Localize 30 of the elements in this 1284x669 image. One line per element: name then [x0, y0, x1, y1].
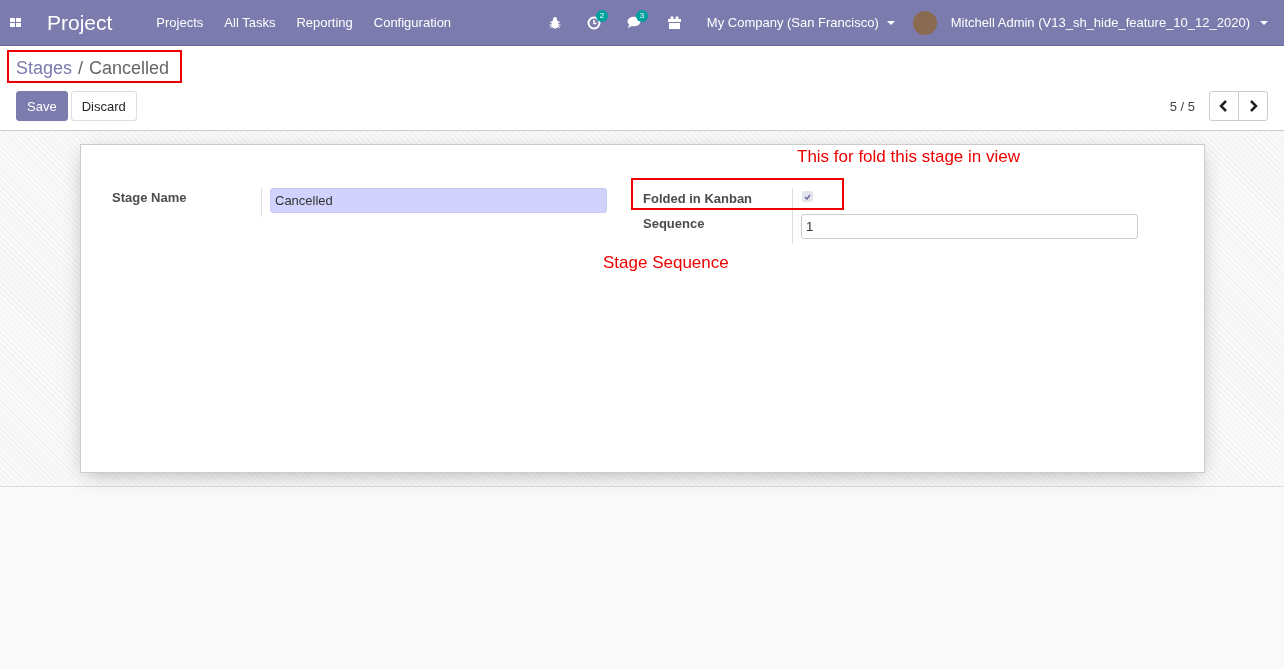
breadcrumb-separator: / — [78, 57, 84, 79]
breadcrumb-current: Cancelled — [89, 57, 170, 79]
menu-item[interactable]: Configuration — [373, 15, 452, 30]
annotation-text: Stage Sequence — [603, 253, 729, 273]
breadcrumb-link[interactable]: Stages — [16, 57, 73, 79]
clock-icon[interactable] — [586, 15, 601, 30]
field-label: Sequence — [643, 215, 706, 233]
menu-item[interactable]: All Tasks — [224, 15, 276, 30]
message-count: 3 — [635, 10, 649, 22]
menu-item[interactable]: Projects — [156, 15, 204, 30]
gift-icon[interactable] — [667, 16, 681, 29]
user-menu[interactable]: Mitchell Admin (V13_sh_hide_feature_10_12_2020) — [950, 15, 1268, 30]
bug-icon[interactable] — [548, 16, 561, 29]
discard-button[interactable]: Discard — [70, 91, 137, 121]
previous-icon[interactable] — [1219, 100, 1229, 112]
annotation-text: This for fold this stage in view — [797, 147, 1020, 167]
sequence-field[interactable]: 1 — [801, 214, 1138, 239]
field-label: Stage Name — [112, 189, 188, 207]
folded-checkbox[interactable] — [802, 191, 813, 202]
activity-count: 2 — [595, 9, 609, 22]
menu-item[interactable]: Reporting — [296, 15, 353, 30]
stage-name-field[interactable]: Cancelled — [270, 188, 607, 213]
pager-counter: 5 / 5 — [1169, 98, 1195, 114]
apps-menu-icon[interactable] — [10, 16, 22, 29]
next-icon[interactable] — [1248, 100, 1258, 112]
field-label: Folded in Kanban — [643, 191, 754, 207]
save-button[interactable]: Save — [16, 91, 68, 121]
app-title: Project — [47, 10, 113, 35]
avatar — [912, 10, 937, 35]
company-switcher[interactable]: My Company (San Francisco) — [706, 15, 895, 30]
